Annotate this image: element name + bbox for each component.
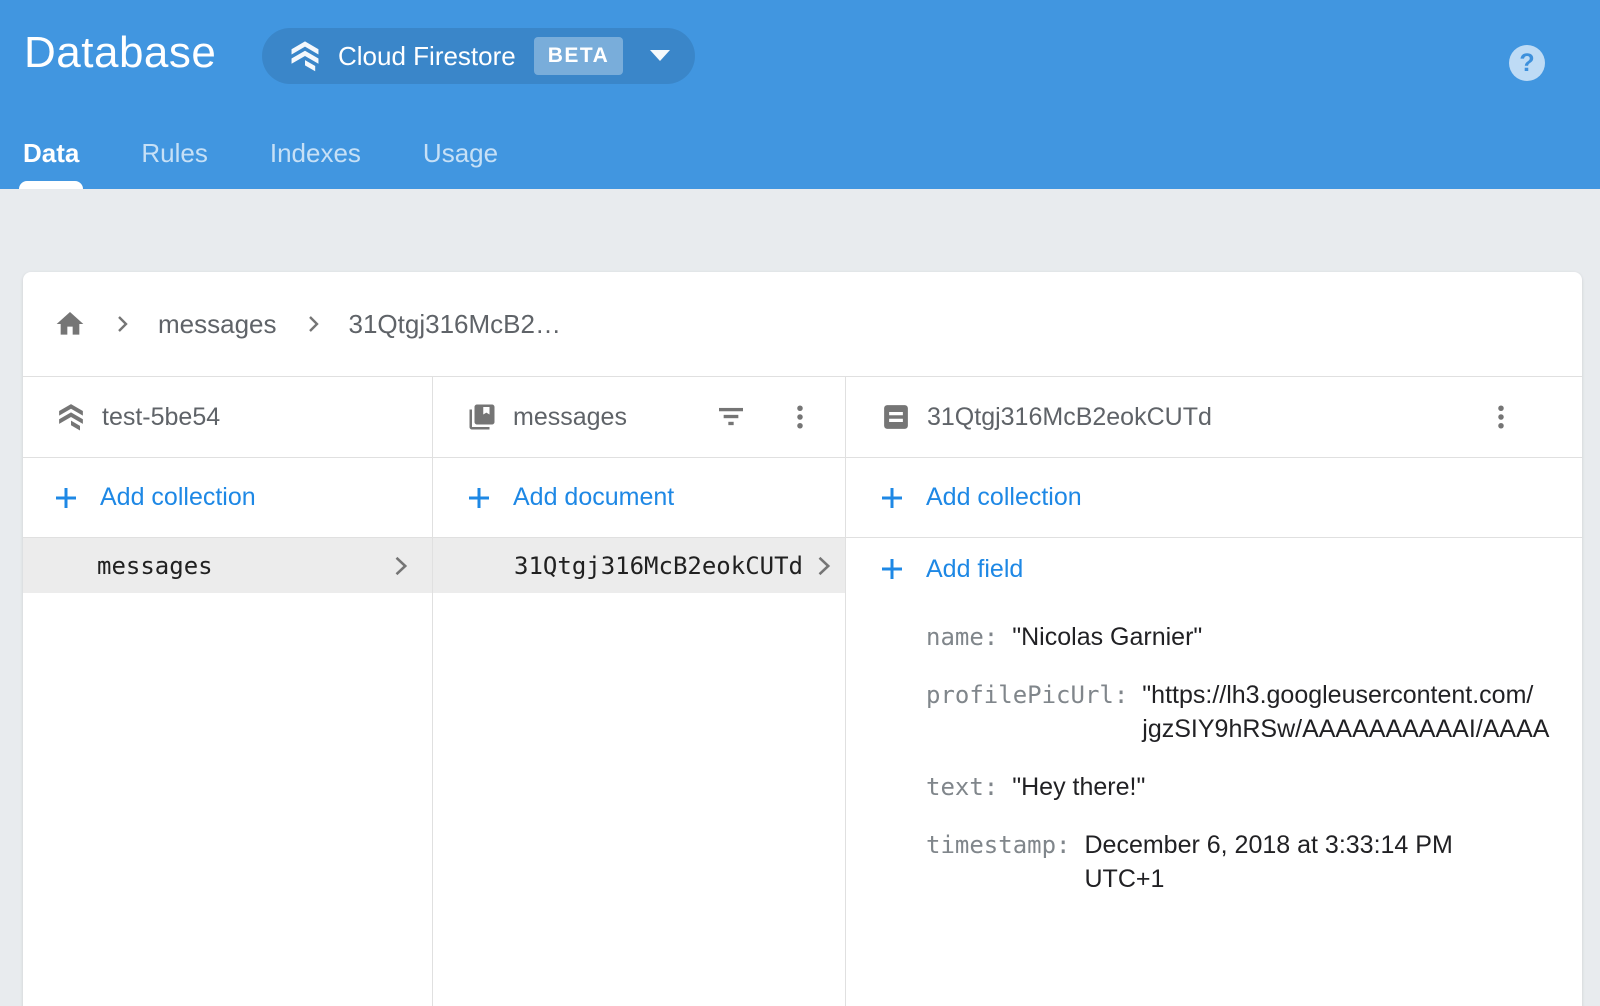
field-value: December 6, 2018 at 3:33:14 PMUTC+1 <box>1085 828 1453 896</box>
field-value: "https://lh3.googleusercontent.com/jgzSI… <box>1142 678 1549 746</box>
document-panel-header: 31Qtgj316McB2eokCUTd <box>846 377 1582 458</box>
field-row-timestamp[interactable]: timestamp:December 6, 2018 at 3:33:14 PM… <box>926 816 1582 908</box>
add-field-button[interactable]: Add field <box>846 538 1582 600</box>
panel-document: 31Qtgj316McB2eokCUTd Add collection <box>845 377 1582 1006</box>
panels-container: test-5be54 Add collection messages <box>23 377 1582 1006</box>
chevron-right-icon <box>809 552 837 580</box>
add-document-button[interactable]: Add document <box>433 458 845 538</box>
document-id: 31Qtgj316McB2eokCUTd <box>927 403 1212 432</box>
plus-icon <box>466 485 492 511</box>
tab-rules[interactable]: Rules <box>141 138 207 189</box>
product-switcher-dropdown[interactable]: Cloud Firestore BETA <box>262 28 695 84</box>
document-list-item[interactable]: 31Qtgj316McB2eokCUTd <box>433 538 845 593</box>
tab-bar: Data Rules Indexes Usage <box>23 138 498 189</box>
filter-icon[interactable] <box>715 401 747 433</box>
database-name: test-5be54 <box>102 403 220 432</box>
overflow-menu-icon[interactable] <box>785 402 815 432</box>
breadcrumb-separator-icon <box>110 312 134 336</box>
breadcrumb-item-messages[interactable]: messages <box>158 309 277 340</box>
root-panel-header: test-5be54 <box>23 377 432 458</box>
field-row-text[interactable]: text: "Hey there!" <box>926 758 1582 816</box>
field-row-name[interactable]: name: "Nicolas Garnier" <box>926 608 1582 666</box>
chevron-down-icon <box>649 50 671 62</box>
help-button[interactable]: ? <box>1509 45 1545 81</box>
firestore-logo-icon <box>288 39 322 73</box>
collection-name: messages <box>513 403 627 432</box>
collection-list-item-messages[interactable]: messages <box>23 538 432 593</box>
field-key: profilePicUrl: <box>926 678 1128 746</box>
field-key: timestamp: <box>926 828 1071 896</box>
home-icon[interactable] <box>54 308 86 340</box>
chevron-right-icon <box>386 552 414 580</box>
firestore-data-card: messages 31Qtgj316McB2… test-5be54 <box>23 272 1582 1006</box>
plus-icon <box>53 485 79 511</box>
plus-icon <box>879 556 905 582</box>
overflow-menu-icon[interactable] <box>1486 402 1516 432</box>
add-collection-button-document[interactable]: Add collection <box>846 458 1582 538</box>
collection-panel-header: messages <box>433 377 845 458</box>
app-header: Database Cloud Firestore BETA ? Data Rule… <box>0 0 1600 189</box>
document-icon <box>881 402 911 432</box>
panel-database-root: test-5be54 Add collection messages <box>23 377 432 1006</box>
panel-collection: messages <box>432 377 845 1006</box>
field-key: text: <box>926 770 998 804</box>
plus-icon <box>879 485 905 511</box>
breadcrumb-separator-icon <box>301 312 325 336</box>
field-key: name: <box>926 620 998 654</box>
tab-data[interactable]: Data <box>23 138 79 189</box>
page-title: Database <box>24 28 216 78</box>
beta-badge: BETA <box>534 37 624 75</box>
document-fields: name: "Nicolas Garnier" profilePicUrl:"htt… <box>846 600 1582 908</box>
field-value: "Nicolas Garnier" <box>1012 620 1202 654</box>
breadcrumb-item-document[interactable]: 31Qtgj316McB2… <box>349 309 561 340</box>
collection-icon <box>467 402 497 432</box>
tab-usage[interactable]: Usage <box>423 138 498 189</box>
firestore-logo-icon <box>56 402 86 432</box>
add-collection-button[interactable]: Add collection <box>23 458 432 538</box>
field-row-profilePicUrl[interactable]: profilePicUrl:"https://lh3.googleusercon… <box>926 666 1582 758</box>
breadcrumb: messages 31Qtgj316McB2… <box>23 272 1582 377</box>
field-value: "Hey there!" <box>1012 770 1145 804</box>
question-mark-icon: ? <box>1519 49 1534 78</box>
tab-indexes[interactable]: Indexes <box>270 138 361 189</box>
product-switcher-label: Cloud Firestore <box>338 41 516 72</box>
